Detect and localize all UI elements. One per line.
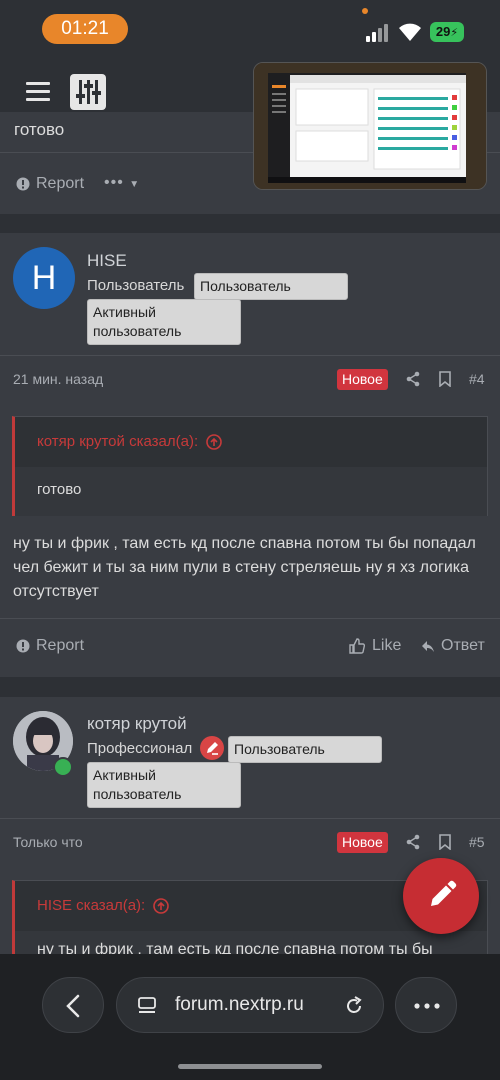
status-bar: 01:21 29⚡ <box>0 0 500 58</box>
browser-menu-button[interactable] <box>395 977 457 1033</box>
quote-author: HISE сказал(а): <box>37 897 146 914</box>
quote-block: котяр крутой сказал(а): готово <box>12 416 488 516</box>
share-icon[interactable] <box>405 834 421 850</box>
new-badge: Новое <box>337 369 388 390</box>
pencil-icon <box>431 880 457 906</box>
user-tag: Активный пользователь <box>87 762 241 808</box>
user-tag: Пользователь <box>228 736 382 763</box>
quote-author: котяр крутой сказал(а): <box>37 433 199 450</box>
bookmark-icon[interactable] <box>437 834 453 850</box>
reload-icon[interactable] <box>343 995 365 1017</box>
avatar[interactable]: H <box>13 247 75 309</box>
post-author-username[interactable]: HISE <box>87 251 127 271</box>
arrow-up-circle-icon <box>153 898 170 914</box>
bookmark-icon[interactable] <box>437 371 453 387</box>
battery-level: 29 <box>435 24 451 39</box>
reply-label: Ответ <box>441 637 485 654</box>
report-label: Report <box>36 175 85 192</box>
thumbs-up-icon <box>349 638 366 654</box>
quote-header[interactable]: котяр крутой сказал(а): <box>15 417 487 467</box>
page-info-icon <box>138 997 156 1013</box>
share-icon[interactable] <box>405 371 421 387</box>
like-button[interactable]: Like <box>348 637 401 655</box>
chevron-left-icon <box>66 994 80 1018</box>
quote-text: ну ты и фрик , там есть кд после спавна … <box>37 941 433 954</box>
more-options-button[interactable]: ••• ▼ <box>104 174 140 192</box>
post-number[interactable]: #4 <box>469 371 485 387</box>
write-post-button[interactable] <box>403 858 479 934</box>
privacy-indicator-dot <box>362 8 368 14</box>
wifi-icon <box>399 23 421 41</box>
picture-in-picture-window[interactable] <box>253 62 487 190</box>
user-role: Пользователь <box>87 277 185 294</box>
report-button-prev[interactable]: Report <box>16 175 84 193</box>
online-status-indicator <box>53 757 73 777</box>
chevron-down-icon: ▼ <box>129 179 141 190</box>
previous-post-text: готово <box>14 120 65 139</box>
divider <box>0 818 500 819</box>
user-tag: Пользователь <box>194 273 348 300</box>
post-number[interactable]: #5 <box>469 834 485 850</box>
url-text[interactable]: forum.nextrp.ru <box>175 994 304 1016</box>
post-time[interactable]: Только что <box>13 834 83 850</box>
warning-icon <box>16 177 30 191</box>
post-time[interactable]: 21 мин. назад <box>13 371 103 387</box>
filter-sliders-icon[interactable] <box>70 74 106 110</box>
battery-indicator: 29⚡ <box>430 22 464 42</box>
hamburger-menu-icon[interactable] <box>26 82 50 102</box>
status-time: 01:21 <box>42 14 128 44</box>
arrow-up-circle-icon <box>206 434 222 450</box>
post-author-username[interactable]: котяр крутой <box>87 714 187 734</box>
divider <box>0 618 500 619</box>
warning-icon <box>16 639 30 653</box>
user-tag: Активный пользователь <box>87 299 241 345</box>
back-button[interactable] <box>42 977 104 1033</box>
signal-icon <box>366 24 392 42</box>
like-label: Like <box>372 637 402 654</box>
divider <box>0 355 500 356</box>
home-indicator <box>178 1064 322 1069</box>
more-dots-icon <box>414 1003 440 1009</box>
reply-arrow-icon <box>422 641 434 652</box>
new-badge: Новое <box>337 832 388 853</box>
report-button[interactable]: Report <box>16 637 84 655</box>
reply-button[interactable]: Ответ <box>421 637 485 655</box>
report-label: Report <box>36 637 85 654</box>
user-role: Профессионал <box>87 740 193 757</box>
quote-text: готово <box>37 481 82 498</box>
pencil-badge-icon <box>200 736 224 760</box>
post-message: ну ты и фрик , там есть кд после спавна … <box>13 535 476 600</box>
